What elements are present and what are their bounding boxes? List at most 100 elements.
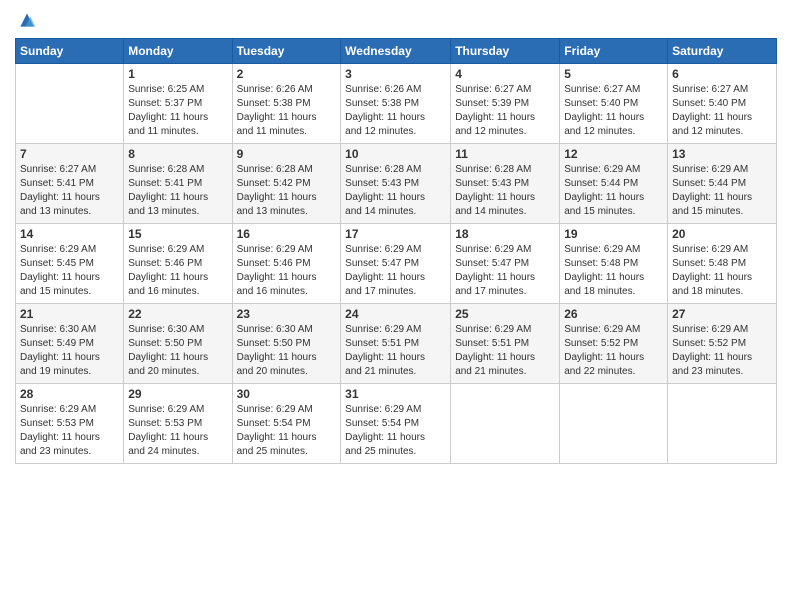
day-info: Sunrise: 6:26 AM Sunset: 5:38 PM Dayligh… bbox=[237, 83, 337, 139]
day-cell bbox=[668, 384, 777, 464]
day-info: Sunrise: 6:29 AM Sunset: 5:51 PM Dayligh… bbox=[345, 323, 446, 379]
header-day: Friday bbox=[560, 39, 668, 64]
day-number: 29 bbox=[128, 387, 227, 401]
day-cell: 4Sunrise: 6:27 AM Sunset: 5:39 PM Daylig… bbox=[451, 64, 560, 144]
day-number: 26 bbox=[564, 307, 663, 321]
day-number: 8 bbox=[128, 147, 227, 161]
day-cell: 24 Sunrise: 6:29 AM Sunset: 5:51 PM Dayli… bbox=[341, 304, 451, 384]
day-info: Sunrise: 6:29 AM Sunset: 5:47 PM Dayligh… bbox=[455, 243, 555, 299]
day-number: 27 bbox=[672, 307, 772, 321]
day-info: Sunrise: 6:29 AM Sunset: 5:44 PM Dayligh… bbox=[564, 163, 663, 219]
day-cell: 13Sunrise: 6:29 AM Sunset: 5:44 PM Dayli… bbox=[668, 144, 777, 224]
day-number: 5 bbox=[564, 67, 663, 81]
day-info: Sunrise: 6:29 AM Sunset: 5:47 PM Dayligh… bbox=[345, 243, 446, 299]
day-info: Sunrise: 6:29 AM Sunset: 5:48 PM Dayligh… bbox=[564, 243, 663, 299]
logo-icon bbox=[17, 10, 37, 30]
day-info: Sunrise: 6:27 AM Sunset: 5:40 PM Dayligh… bbox=[564, 83, 663, 139]
day-cell: 9Sunrise: 6:28 AM Sunset: 5:42 PM Daylig… bbox=[232, 144, 341, 224]
day-info: Sunrise: 6:29 AM Sunset: 5:54 PM Dayligh… bbox=[237, 403, 337, 459]
day-number: 18 bbox=[455, 227, 555, 241]
day-number: 17 bbox=[345, 227, 446, 241]
day-number: 6 bbox=[672, 67, 772, 81]
logo-text bbox=[15, 10, 37, 30]
day-cell: 14 Sunrise: 6:29 AM Sunset: 5:45 PM Dayli… bbox=[16, 224, 124, 304]
day-info: Sunrise: 6:29 AM Sunset: 5:45 PM Dayligh… bbox=[20, 243, 119, 299]
day-info: Sunrise: 6:29 AM Sunset: 5:53 PM Dayligh… bbox=[128, 403, 227, 459]
header-day: Sunday bbox=[16, 39, 124, 64]
day-info: Sunrise: 6:29 AM Sunset: 5:52 PM Dayligh… bbox=[672, 323, 772, 379]
header-day: Thursday bbox=[451, 39, 560, 64]
day-number: 1 bbox=[128, 67, 227, 81]
day-cell: 17 Sunrise: 6:29 AM Sunset: 5:47 PM Dayli… bbox=[341, 224, 451, 304]
day-cell: 6 Sunrise: 6:27 AM Sunset: 5:40 PM Daylig… bbox=[668, 64, 777, 144]
day-number: 14 bbox=[20, 227, 119, 241]
header-day: Monday bbox=[124, 39, 232, 64]
day-cell: 30 Sunrise: 6:29 AM Sunset: 5:54 PM Dayli… bbox=[232, 384, 341, 464]
day-number: 21 bbox=[20, 307, 119, 321]
day-cell: 16 Sunrise: 6:29 AM Sunset: 5:46 PM Dayli… bbox=[232, 224, 341, 304]
day-cell: 12 Sunrise: 6:29 AM Sunset: 5:44 PM Dayli… bbox=[560, 144, 668, 224]
day-info: Sunrise: 6:29 AM Sunset: 5:51 PM Dayligh… bbox=[455, 323, 555, 379]
day-info: Sunrise: 6:30 AM Sunset: 5:50 PM Dayligh… bbox=[237, 323, 337, 379]
day-number: 3 bbox=[345, 67, 446, 81]
day-number: 15 bbox=[128, 227, 227, 241]
day-number: 16 bbox=[237, 227, 337, 241]
day-info: Sunrise: 6:25 AM Sunset: 5:37 PM Dayligh… bbox=[128, 83, 227, 139]
day-cell bbox=[16, 64, 124, 144]
day-cell bbox=[451, 384, 560, 464]
calendar-table: SundayMondayTuesdayWednesdayThursdayFrid… bbox=[15, 38, 777, 464]
day-cell: 5 Sunrise: 6:27 AM Sunset: 5:40 PM Daylig… bbox=[560, 64, 668, 144]
day-info: Sunrise: 6:27 AM Sunset: 5:40 PM Dayligh… bbox=[672, 83, 772, 139]
header-row: SundayMondayTuesdayWednesdayThursdayFrid… bbox=[16, 39, 777, 64]
day-cell: 22 Sunrise: 6:30 AM Sunset: 5:50 PM Dayli… bbox=[124, 304, 232, 384]
day-number: 11 bbox=[455, 147, 555, 161]
week-row: 28 Sunrise: 6:29 AM Sunset: 5:53 PM Dayli… bbox=[16, 384, 777, 464]
day-number: 10 bbox=[345, 147, 446, 161]
day-number: 22 bbox=[128, 307, 227, 321]
day-cell: 15Sunrise: 6:29 AM Sunset: 5:46 PM Dayli… bbox=[124, 224, 232, 304]
day-info: Sunrise: 6:30 AM Sunset: 5:49 PM Dayligh… bbox=[20, 323, 119, 379]
day-cell: 26 Sunrise: 6:29 AM Sunset: 5:52 PM Dayli… bbox=[560, 304, 668, 384]
day-cell: 18 Sunrise: 6:29 AM Sunset: 5:47 PM Dayli… bbox=[451, 224, 560, 304]
page: SundayMondayTuesdayWednesdayThursdayFrid… bbox=[0, 0, 792, 474]
day-number: 4 bbox=[455, 67, 555, 81]
header-day: Wednesday bbox=[341, 39, 451, 64]
week-row: 1 Sunrise: 6:25 AM Sunset: 5:37 PM Daylig… bbox=[16, 64, 777, 144]
day-cell: 31 Sunrise: 6:29 AM Sunset: 5:54 PM Dayli… bbox=[341, 384, 451, 464]
day-info: Sunrise: 6:29 AM Sunset: 5:48 PM Dayligh… bbox=[672, 243, 772, 299]
day-cell: 19Sunrise: 6:29 AM Sunset: 5:48 PM Dayli… bbox=[560, 224, 668, 304]
day-cell: 3 Sunrise: 6:26 AM Sunset: 5:38 PM Daylig… bbox=[341, 64, 451, 144]
day-number: 31 bbox=[345, 387, 446, 401]
day-number: 2 bbox=[237, 67, 337, 81]
day-info: Sunrise: 6:27 AM Sunset: 5:41 PM Dayligh… bbox=[20, 163, 119, 219]
day-cell: 7Sunrise: 6:27 AM Sunset: 5:41 PM Daylig… bbox=[16, 144, 124, 224]
week-row: 7Sunrise: 6:27 AM Sunset: 5:41 PM Daylig… bbox=[16, 144, 777, 224]
day-info: Sunrise: 6:28 AM Sunset: 5:42 PM Dayligh… bbox=[237, 163, 337, 219]
day-number: 20 bbox=[672, 227, 772, 241]
day-cell: 1 Sunrise: 6:25 AM Sunset: 5:37 PM Daylig… bbox=[124, 64, 232, 144]
day-cell bbox=[560, 384, 668, 464]
day-number: 28 bbox=[20, 387, 119, 401]
day-cell: 10Sunrise: 6:28 AM Sunset: 5:43 PM Dayli… bbox=[341, 144, 451, 224]
day-cell: 11Sunrise: 6:28 AM Sunset: 5:43 PM Dayli… bbox=[451, 144, 560, 224]
day-number: 25 bbox=[455, 307, 555, 321]
day-info: Sunrise: 6:29 AM Sunset: 5:54 PM Dayligh… bbox=[345, 403, 446, 459]
day-info: Sunrise: 6:26 AM Sunset: 5:38 PM Dayligh… bbox=[345, 83, 446, 139]
day-cell: 8Sunrise: 6:28 AM Sunset: 5:41 PM Daylig… bbox=[124, 144, 232, 224]
day-cell: 21 Sunrise: 6:30 AM Sunset: 5:49 PM Dayli… bbox=[16, 304, 124, 384]
day-number: 13 bbox=[672, 147, 772, 161]
header-day: Tuesday bbox=[232, 39, 341, 64]
header bbox=[15, 10, 777, 30]
day-info: Sunrise: 6:29 AM Sunset: 5:46 PM Dayligh… bbox=[237, 243, 337, 299]
day-number: 23 bbox=[237, 307, 337, 321]
day-info: Sunrise: 6:29 AM Sunset: 5:52 PM Dayligh… bbox=[564, 323, 663, 379]
day-cell: 25 Sunrise: 6:29 AM Sunset: 5:51 PM Dayli… bbox=[451, 304, 560, 384]
day-number: 30 bbox=[237, 387, 337, 401]
day-cell: 27 Sunrise: 6:29 AM Sunset: 5:52 PM Dayli… bbox=[668, 304, 777, 384]
day-number: 12 bbox=[564, 147, 663, 161]
day-info: Sunrise: 6:30 AM Sunset: 5:50 PM Dayligh… bbox=[128, 323, 227, 379]
logo bbox=[15, 10, 37, 30]
day-cell: 2 Sunrise: 6:26 AM Sunset: 5:38 PM Daylig… bbox=[232, 64, 341, 144]
day-cell: 20 Sunrise: 6:29 AM Sunset: 5:48 PM Dayli… bbox=[668, 224, 777, 304]
day-number: 24 bbox=[345, 307, 446, 321]
